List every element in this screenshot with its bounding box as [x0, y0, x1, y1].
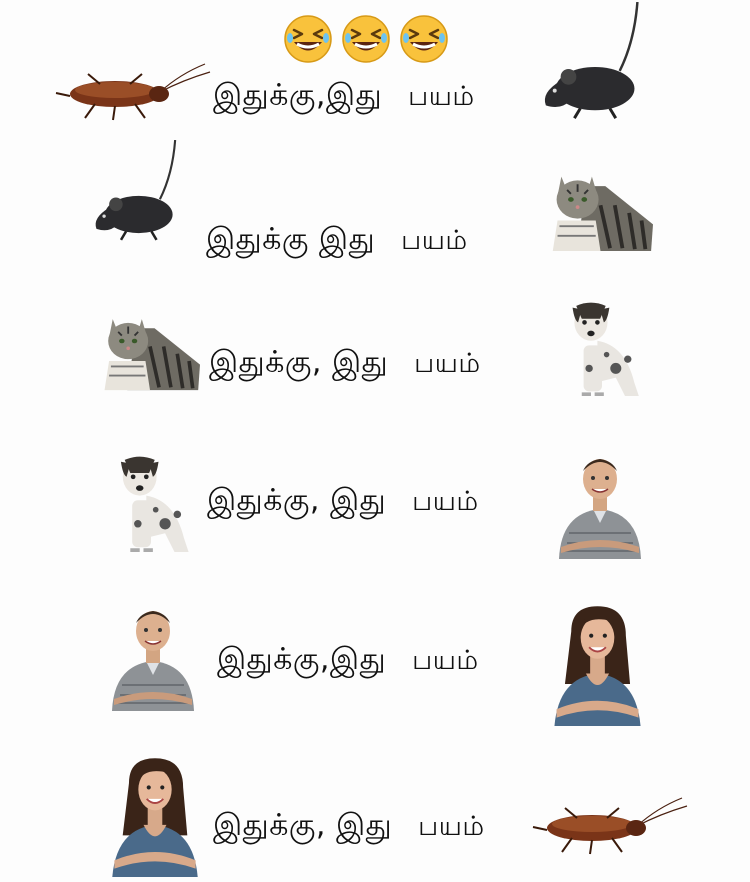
laughing-emoji-row: [282, 12, 450, 64]
caption-fear-word: பயம்: [412, 645, 479, 676]
cockroach-picture: [532, 797, 688, 855]
caption-this-fears-this: இதுக்கு,இது: [217, 642, 387, 677]
caption-this-fears-this: இதுக்கு,இது: [213, 78, 383, 113]
caption-this-fears-this: இதுக்கு, இது: [207, 483, 387, 518]
man-picture: [555, 448, 645, 560]
fear-caption-row-3: இதுக்கு, இது பயம்: [209, 345, 481, 384]
caption-this-fears-this: இதுக்கு, இது: [213, 808, 393, 843]
caption-fear-word: பயம்: [412, 486, 479, 517]
caption-fear-word: பயம்: [418, 811, 485, 842]
dog-picture: [556, 292, 648, 408]
cat-picture: [100, 308, 200, 394]
rat-picture: [540, 2, 660, 130]
laughing-emoji-icon: [398, 12, 450, 64]
caption-fear-word: பயம்: [401, 225, 468, 256]
laughing-emoji-icon: [282, 12, 334, 64]
man-picture: [108, 600, 198, 712]
caption-this-fears-this: இதுக்கு, இது: [209, 345, 389, 380]
cat-picture: [548, 166, 653, 254]
fear-caption-row-4: இதுக்கு, இது பயம்: [207, 483, 479, 522]
woman-picture: [550, 600, 645, 726]
laughing-emoji-icon: [340, 12, 392, 64]
woman-picture: [108, 752, 202, 877]
fear-caption-row-1: இதுக்கு,இது பயம்: [213, 78, 475, 117]
caption-this-fears-this: இதுக்கு இது: [206, 222, 376, 257]
fear-caption-row-5: இதுக்கு,இது பயம்: [217, 642, 479, 681]
caption-fear-word: பயம்: [414, 348, 481, 379]
caption-fear-word: பயம்: [408, 81, 475, 112]
fear-caption-row-6: இதுக்கு, இது பயம்: [213, 808, 485, 847]
fear-caption-row-2: இதுக்கு இது பயம்: [206, 222, 468, 261]
dog-picture: [104, 446, 198, 564]
rat-picture: [88, 140, 198, 250]
cockroach-picture: [55, 62, 215, 122]
